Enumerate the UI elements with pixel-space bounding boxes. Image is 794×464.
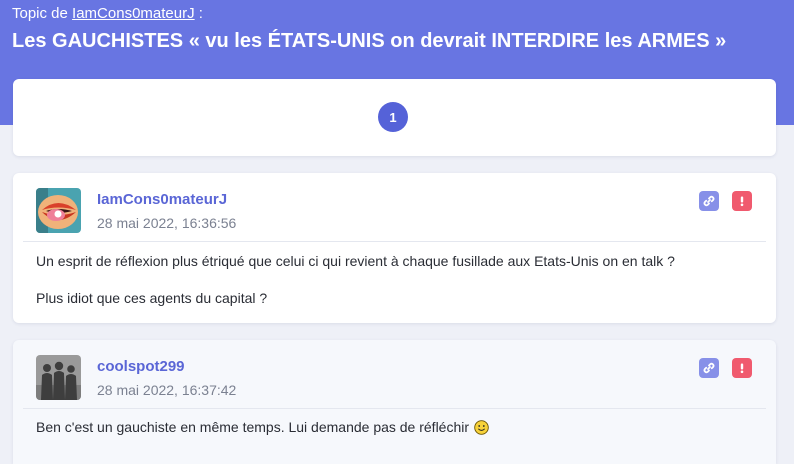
topic-title: Les GAUCHISTES « vu les ÉTATS-UNIS on de…	[12, 30, 727, 52]
post-text-line: Ben c'est un gauchiste en même temps. Lu…	[36, 419, 489, 438]
post-card: IamCons0mateurJ 28 mai 2022, 16:36:56 Un…	[13, 173, 776, 323]
divider	[23, 408, 766, 409]
post-author[interactable]: IamCons0mateurJ	[97, 191, 227, 208]
post-text: Ben c'est un gauchiste en même temps. Lu…	[36, 419, 470, 435]
divider	[23, 241, 766, 242]
post-text-line: Un esprit de réflexion plus étriqué que …	[36, 253, 675, 269]
avatar[interactable]	[36, 355, 81, 400]
link-icon	[703, 195, 715, 207]
post-text-line: Plus idiot que ces agents du capital ?	[36, 290, 268, 306]
permalink-button[interactable]	[699, 358, 719, 378]
exclamation-icon	[740, 363, 744, 374]
avatar[interactable]	[36, 188, 81, 233]
page-button-current[interactable]: 1	[378, 102, 408, 132]
topic-prefix: Topic de	[12, 5, 68, 22]
report-button[interactable]	[732, 191, 752, 211]
pagination-bar: 1	[13, 79, 776, 156]
smiley-icon	[474, 420, 489, 438]
post-card: coolspot299 28 mai 2022, 16:37:42 Ben c'…	[13, 340, 776, 464]
post-author[interactable]: coolspot299	[97, 358, 185, 375]
post-date[interactable]: 28 mai 2022, 16:37:42	[97, 382, 236, 398]
exclamation-icon	[740, 196, 744, 207]
topic-byline: Topic de IamCons0mateurJ :	[12, 5, 203, 22]
permalink-button[interactable]	[699, 191, 719, 211]
topic-suffix: :	[198, 5, 203, 22]
topic-author-link[interactable]: IamCons0mateurJ	[72, 5, 195, 22]
post-date[interactable]: 28 mai 2022, 16:36:56	[97, 215, 236, 231]
report-button[interactable]	[732, 358, 752, 378]
link-icon	[703, 362, 715, 374]
